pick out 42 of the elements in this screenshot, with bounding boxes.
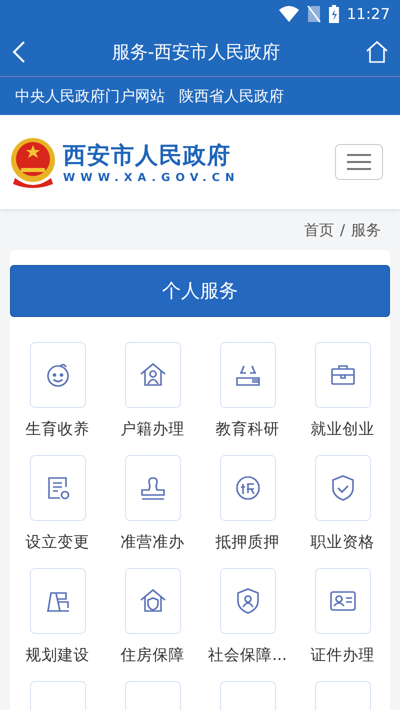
page-title: 服务-西安市人民政府	[112, 41, 280, 64]
service-tile[interactable]	[124, 342, 180, 408]
service-label: 社会保障...	[208, 645, 287, 666]
service-label: 证件办理	[310, 645, 374, 666]
status-time: 11:27	[346, 5, 390, 23]
service-label: 准营准办	[120, 532, 184, 553]
breadcrumb-home[interactable]: 首页	[304, 221, 334, 240]
emblem-icon	[9, 136, 57, 188]
service-label: 户籍办理	[120, 419, 184, 440]
service-label: 就业创业	[310, 419, 374, 440]
service-tile[interactable]	[124, 568, 180, 634]
service-tile[interactable]	[314, 455, 370, 521]
portal-link[interactable]: 陕西省人民政府	[179, 86, 284, 106]
breadcrumb-separator: /	[340, 221, 345, 240]
home-icon[interactable]	[366, 41, 388, 63]
site-url: WWW.XA.GOV.CN	[63, 171, 240, 184]
service-label: 教育科研	[216, 419, 280, 440]
service-tile[interactable]	[220, 455, 276, 521]
battery-charging-icon	[328, 5, 339, 23]
service-tile[interactable]	[220, 568, 276, 634]
back-icon[interactable]	[12, 41, 26, 63]
service-tile[interactable]	[124, 455, 180, 521]
menu-icon	[347, 154, 371, 170]
service-tile[interactable]	[314, 568, 370, 634]
service-label: 住房保障	[120, 645, 184, 666]
section-header-button[interactable]: 个人服务	[10, 265, 390, 317]
service-tile[interactable]	[30, 342, 86, 408]
service-label: 规划建设	[26, 645, 90, 666]
service-label: 设立变更	[26, 532, 90, 553]
wifi-icon	[278, 6, 299, 22]
portal-link[interactable]: 中央人民政府门户网站	[15, 86, 165, 106]
no-sim-icon	[306, 5, 321, 23]
service-tile[interactable]	[220, 342, 276, 408]
service-tile[interactable]	[30, 568, 86, 634]
service-label: 职业资格	[310, 532, 374, 553]
site-name: 西安市人民政府	[63, 142, 232, 171]
breadcrumb-current: 服务	[351, 221, 381, 240]
menu-button[interactable]	[335, 144, 383, 180]
service-tile[interactable]	[30, 455, 86, 521]
service-tile[interactable]	[314, 342, 370, 408]
service-label: 抵押质押	[216, 532, 280, 553]
service-label: 生育收养	[26, 419, 90, 440]
